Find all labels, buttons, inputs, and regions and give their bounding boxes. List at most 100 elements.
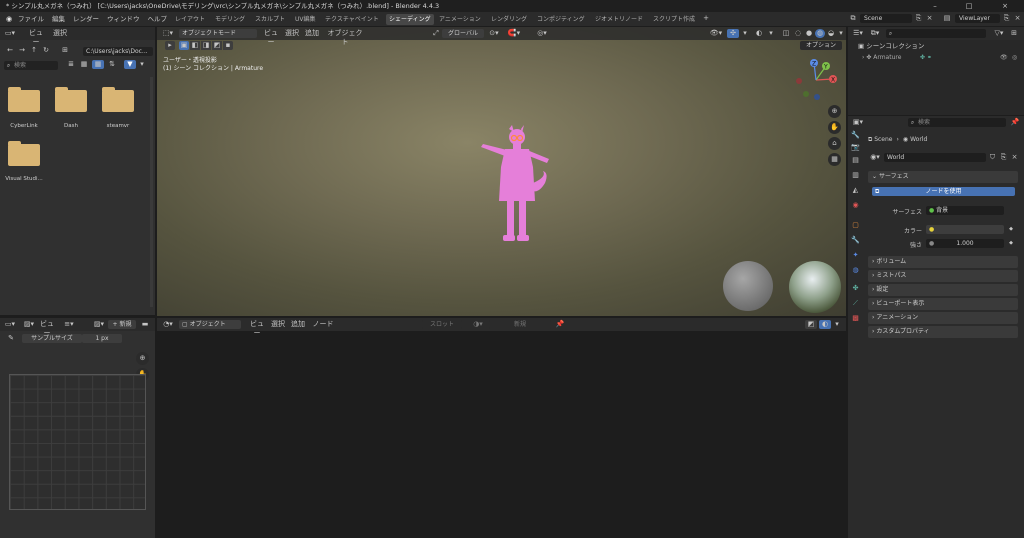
folder-icon[interactable] [102,87,134,112]
camera-view-icon[interactable]: ⌂ [828,137,841,150]
mode-selector[interactable]: オブジェクトモード [179,29,257,38]
workspace-tab[interactable]: シェーディング [386,14,434,25]
sort-icon[interactable]: ⇅ [108,60,116,69]
workspace-tab[interactable]: レイアウト [172,14,208,25]
solid-shading-icon[interactable]: ● [804,29,814,38]
workspace-tab[interactable]: スカルプト [252,14,288,25]
view-layer-icon[interactable]: ▤ [942,14,952,23]
folder-icon[interactable] [8,141,40,166]
editor-type-icon[interactable]: ▭▾ [3,320,17,329]
use-nodes-button[interactable]: ⧉ ノードを使用 [872,187,1015,196]
render-camera-icon[interactable]: ◎ [1012,52,1017,63]
overlay-toggle-icon[interactable]: ◐ [819,320,831,329]
visibility-eye-icon[interactable]: 👁 [1000,52,1008,63]
options-dropdown[interactable]: オプション [800,41,842,50]
new-folder-icon[interactable]: ⊞ [60,46,70,55]
viewport-display-section-header[interactable]: › ビューポート表示 [868,298,1018,310]
open-image-icon[interactable]: ▬ [140,320,150,329]
folder-label[interactable]: steamvr [98,123,138,129]
physics-tab-icon[interactable]: ◍ [850,265,861,276]
viewport-select-menu[interactable]: 選択 [285,29,299,38]
zoom-icon[interactable]: ⊕ [136,352,149,365]
list-view-icon[interactable]: ≣ [66,60,76,69]
tool-tab-icon[interactable]: 🔧 [850,130,861,141]
outliner-search-input[interactable] [886,29,986,38]
settings-section-header[interactable]: › 設定 [868,284,1018,296]
scrollbar[interactable] [150,77,153,307]
outliner-row-collection[interactable]: ▣ シーンコレクション [848,41,1024,52]
duplicate-world-icon[interactable]: ⎘ [999,153,1008,162]
editor-type-icon[interactable]: ◔▾ [161,320,175,329]
editor-type-icon[interactable]: ▣▾ [851,118,865,127]
xray-icon[interactable]: ◫ [781,29,791,38]
pin-icon[interactable]: 📌 [1010,118,1020,127]
slot-dropdown[interactable]: スロット [422,320,462,329]
filter-icon[interactable]: ▽▾ [992,29,1006,38]
filter-icon[interactable]: ▼ [124,60,136,69]
eyedropper-icon[interactable]: ✎ [6,334,16,343]
select-intersect-icon[interactable]: ▪ [223,41,233,50]
close-button[interactable]: × [992,0,1018,12]
select-box-icon[interactable]: ▣ [179,41,189,50]
delete-scene-icon[interactable]: × [925,14,934,23]
overlay-dropdown-icon[interactable]: ▾ [767,29,775,38]
new-image-button[interactable]: + 新規 [108,320,136,329]
thumbnail-grid-icon[interactable]: ▦ [92,60,104,69]
workspace-tab[interactable]: モデリング [212,14,248,25]
viewport-3d[interactable]: ⬚▾ オブジェクトモード ビュー 選択 追加 オブジェクト ⤢ グローバル ⊙▾… [157,27,846,316]
refresh-icon[interactable]: ↻ [42,46,50,55]
add-workspace-button[interactable]: + [702,14,710,23]
scene-selector[interactable]: Scene [860,14,912,23]
properties-search-input[interactable]: 検索 [908,118,1006,127]
world-name-field[interactable]: World [884,153,986,162]
select-extend-icon[interactable]: ◧ [190,41,200,50]
volume-section-header[interactable]: › ボリューム [868,256,1018,268]
image-mode-icon[interactable]: ▨▾ [22,320,36,329]
color-field[interactable]: ● [926,225,1004,234]
pin-icon[interactable]: 📌 [555,320,565,329]
fake-user-shield-icon[interactable]: ⛉ [988,153,997,162]
minimize-button[interactable]: – [922,0,948,12]
thumbnail-small-icon[interactable]: ▦ [79,60,89,69]
delete-view-layer-icon[interactable]: × [1013,14,1022,23]
overlay-toggle-icon[interactable]: ◐ [753,29,765,38]
workspace-tab[interactable]: UV編集 [292,14,319,25]
armature-character[interactable] [477,123,557,255]
new-scene-icon[interactable]: ⎘ [914,14,923,23]
folder-icon[interactable] [8,87,40,112]
view-layer-tab-icon[interactable]: ▥ [850,170,861,181]
sample-size-field[interactable]: 1 px [82,334,122,343]
image-menu-icon[interactable]: ≡▾ [62,320,76,329]
strength-field[interactable]: ● 1.000 [926,239,1004,248]
texture-tab-icon[interactable]: ▩ [850,313,861,324]
blender-logo-icon[interactable]: ◉ [4,15,14,24]
pivot-point-icon[interactable]: ⊙▾ [487,29,501,38]
navigation-gizmo[interactable]: X Y Z [793,57,839,103]
workspace-tab[interactable]: コンポジティング [534,14,588,25]
editor-type-icon[interactable]: ▭▾ [3,29,17,38]
perspective-toggle-icon[interactable]: ▦ [828,153,841,166]
filter-dropdown-icon[interactable]: ▾ [138,60,146,69]
select-invert-icon[interactable]: ◩ [212,41,222,50]
file-search-input[interactable]: 検索 [4,61,58,70]
new-view-layer-icon[interactable]: ⎘ [1002,14,1011,23]
workspace-tab[interactable]: テクスチャペイント [322,14,382,25]
menu-help[interactable]: ヘルプ [144,12,172,26]
workspace-tab[interactable]: ジオメトリノード [592,14,646,25]
bone-tab-icon[interactable]: ⟋ [850,298,861,309]
maximize-button[interactable]: □ [956,0,982,12]
overlay-dropdown-icon[interactable]: ▾ [833,320,841,329]
forward-arrow-icon[interactable]: → [18,46,26,55]
object-tab-icon[interactable]: ▢ [850,220,861,231]
menu-render[interactable]: レンダー [69,12,103,26]
workspace-tab[interactable]: スクリプト作成 [650,14,698,25]
proportional-edit-icon[interactable]: ◎▾ [535,29,549,38]
shading-dropdown-icon[interactable]: ▾ [837,29,845,38]
render-tab-icon[interactable]: 📷 [850,142,861,153]
folder-label[interactable]: Visual Studi... [4,176,44,182]
particles-tab-icon[interactable]: ✦ [850,250,861,261]
gizmo-toggle-icon[interactable]: ✣ [727,29,739,38]
menu-file[interactable]: ファイル [14,12,48,26]
workspace-tab[interactable]: レンダリング [488,14,530,25]
display-mode-icon[interactable]: ⧉▾ [868,29,882,38]
